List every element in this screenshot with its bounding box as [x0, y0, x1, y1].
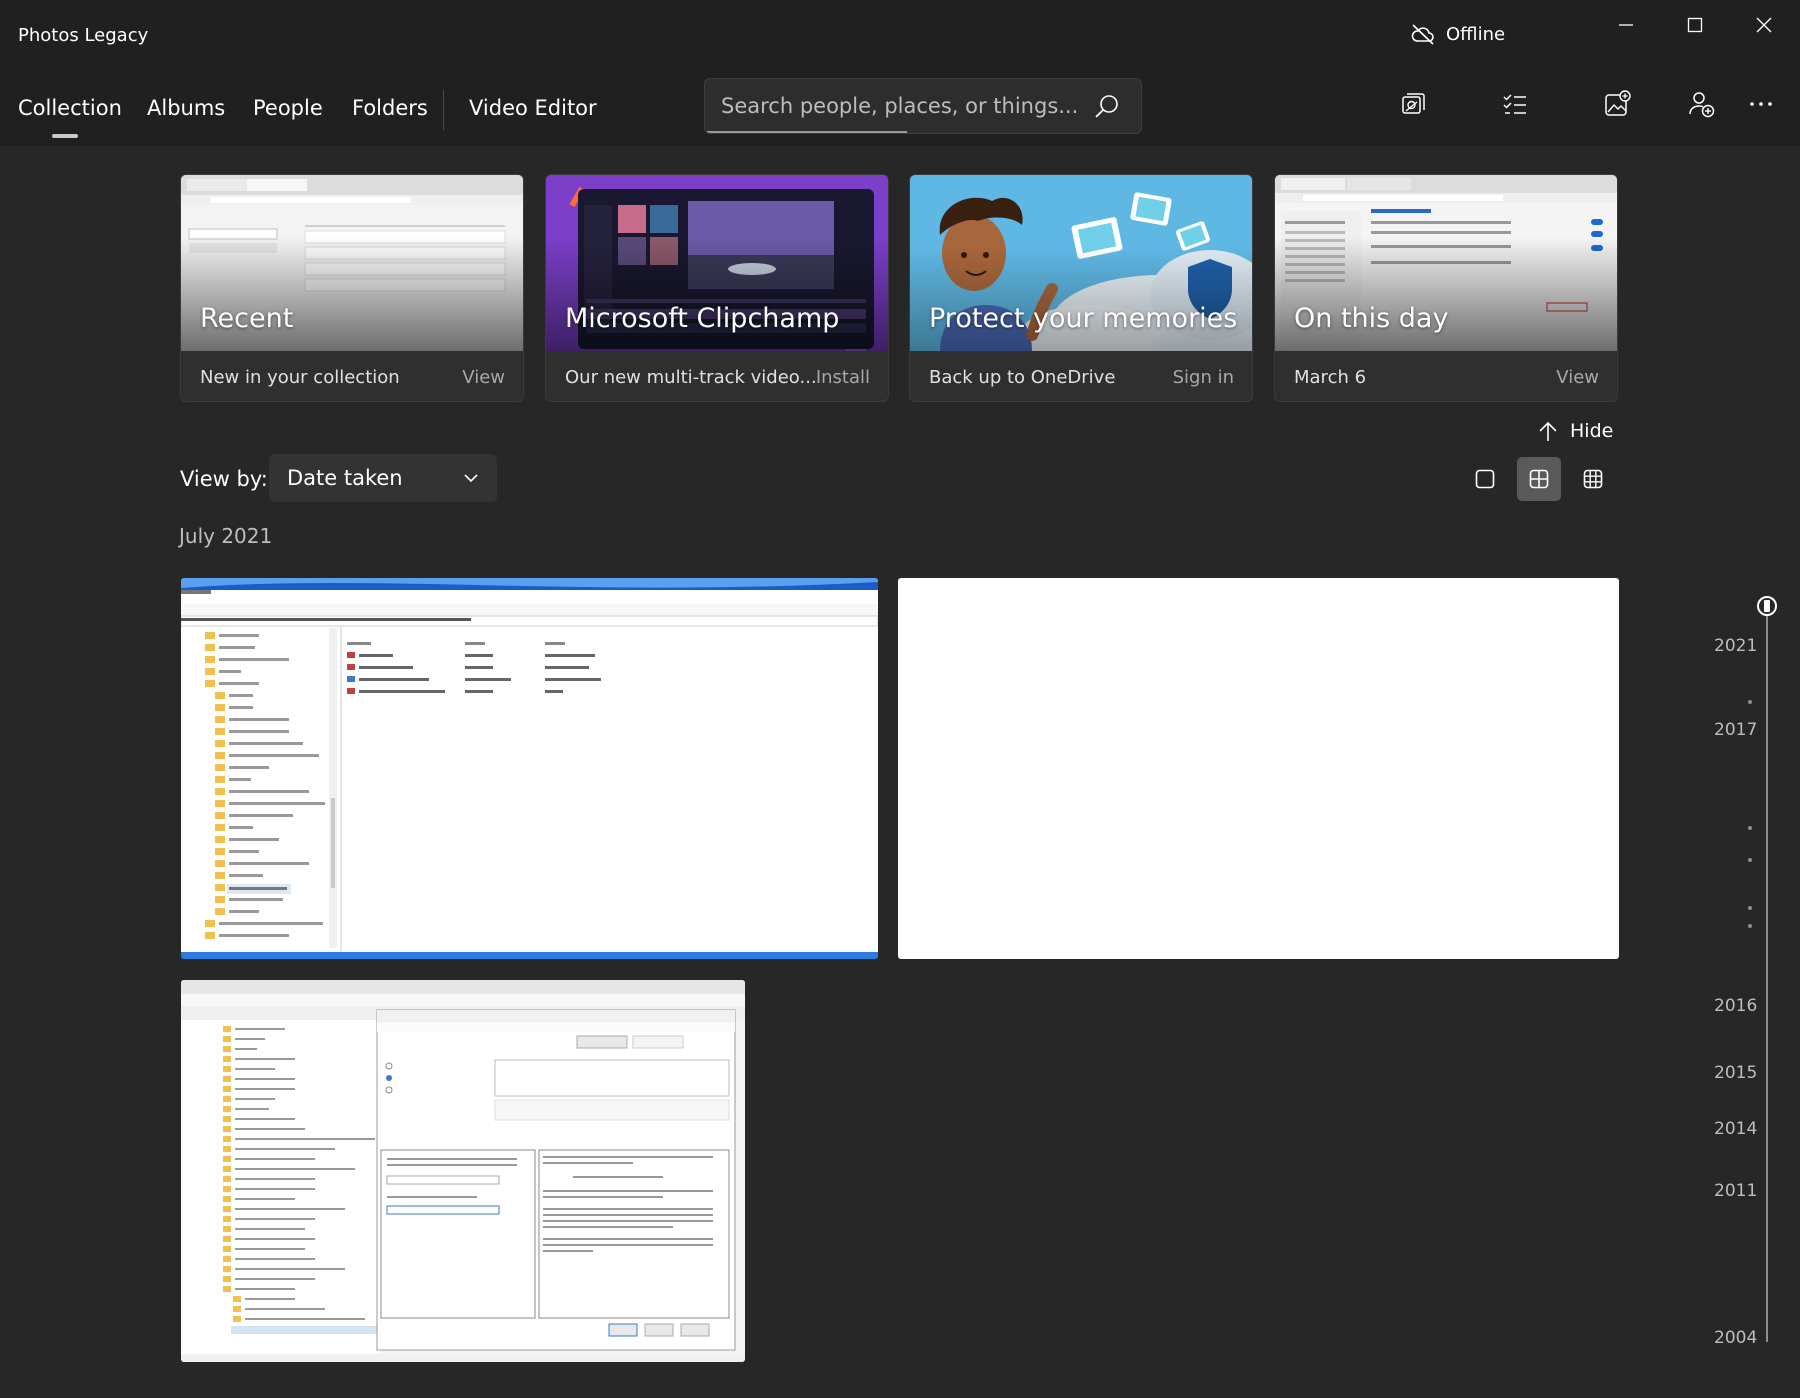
navigation-bar: Collection Albums People Folders Video E…	[0, 66, 1800, 146]
card-protect-subtitle: Back up to OneDrive	[929, 367, 1116, 388]
maximize-icon	[1687, 17, 1703, 33]
card-clipchamp[interactable]: Microsoft Clipchamp Our new multi-track …	[545, 174, 889, 402]
card-clipchamp-install-link[interactable]: Install	[816, 367, 870, 388]
timeline-year-2014[interactable]: 2014	[1714, 1119, 1757, 1139]
month-heading: July 2021	[179, 524, 273, 548]
search-box[interactable]	[704, 78, 1142, 134]
more-icon	[1750, 102, 1772, 106]
card-clipchamp-subtitle: Our new multi-track video...	[565, 367, 817, 388]
view-by-value: Date taken	[287, 466, 403, 490]
tab-collection[interactable]: Collection	[18, 96, 122, 120]
timeline-year-2011[interactable]: 2011	[1714, 1181, 1757, 1201]
select-button[interactable]	[1497, 86, 1533, 122]
card-recent-title: Recent	[200, 303, 294, 334]
zoom-small-button[interactable]	[1571, 457, 1615, 501]
search-input[interactable]	[721, 91, 1081, 121]
timeline-marker	[1748, 906, 1752, 910]
search-icon[interactable]	[1093, 93, 1121, 121]
timeline-year-2021[interactable]: 2021	[1714, 636, 1757, 656]
timeline-track[interactable]	[1766, 606, 1768, 1342]
view-by-dropdown[interactable]: Date taken	[269, 454, 497, 502]
card-protect-memories[interactable]: Protect your memories Back up to OneDriv…	[909, 174, 1253, 402]
card-recent-subtitle: New in your collection	[200, 367, 400, 388]
more-button[interactable]	[1743, 86, 1779, 122]
import-button[interactable]	[1395, 86, 1431, 122]
timeline-year-2015[interactable]: 2015	[1714, 1063, 1757, 1083]
card-recent[interactable]: Recent New in your collection View	[180, 174, 524, 402]
account-icon	[1689, 92, 1715, 118]
grid-3x3-icon	[1583, 469, 1603, 489]
select-icon	[1503, 94, 1526, 114]
offline-label: Offline	[1446, 23, 1506, 45]
search-underline	[707, 131, 907, 133]
active-tab-indicator	[52, 134, 78, 138]
timeline-marker	[1748, 924, 1752, 928]
timeline-thumb[interactable]	[1757, 596, 1777, 616]
new-item-button[interactable]	[1599, 86, 1635, 122]
nav-divider	[443, 90, 444, 130]
photo-registry-editor[interactable]	[181, 578, 878, 959]
card-on-this-day-view-link[interactable]: View	[1556, 367, 1599, 388]
card-protect-signin-link[interactable]: Sign in	[1173, 367, 1234, 388]
tab-video-editor[interactable]: Video Editor	[469, 96, 597, 120]
timeline-year-2004[interactable]: 2004	[1714, 1328, 1757, 1348]
arrow-up-icon	[1539, 421, 1557, 441]
tab-people[interactable]: People	[253, 96, 323, 120]
cloud-offline-icon	[1411, 24, 1434, 45]
card-recent-view-link[interactable]: View	[462, 367, 505, 388]
offline-status[interactable]: Offline	[1410, 22, 1505, 46]
app-title: Photos Legacy	[18, 25, 149, 46]
view-by-label: View by:	[180, 467, 268, 491]
zoom-medium-button[interactable]	[1517, 457, 1561, 501]
timeline-year-2017[interactable]: 2017	[1714, 720, 1757, 740]
zoom-large-button[interactable]	[1463, 457, 1507, 501]
timeline-marker	[1748, 700, 1752, 704]
card-on-this-day-title: On this day	[1294, 303, 1449, 334]
minimize-icon	[1619, 24, 1633, 26]
card-clipchamp-title: Microsoft Clipchamp	[565, 303, 840, 334]
photo-group-policy-editor[interactable]	[181, 980, 745, 1362]
hide-button[interactable]: Hide	[1538, 420, 1613, 442]
tab-folders[interactable]: Folders	[352, 96, 428, 120]
single-square-icon	[1475, 469, 1495, 489]
timeline-year-2016[interactable]: 2016	[1714, 996, 1757, 1016]
close-icon	[1756, 17, 1772, 33]
card-on-this-day-subtitle: March 6	[1294, 367, 1367, 388]
title-bar: Photos Legacy Offline	[0, 0, 1800, 66]
tab-albums[interactable]: Albums	[147, 96, 225, 120]
account-button[interactable]	[1683, 86, 1719, 122]
minimize-button[interactable]	[1603, 10, 1649, 40]
card-on-this-day[interactable]: On this day March 6 View	[1274, 174, 1618, 402]
hide-label: Hide	[1570, 420, 1614, 442]
grid-2x2-icon	[1529, 469, 1549, 489]
timeline-marker	[1748, 826, 1752, 830]
card-protect-title: Protect your memories	[929, 303, 1238, 334]
timeline-marker	[1748, 858, 1752, 862]
import-icon	[1402, 93, 1425, 114]
new-item-icon	[1605, 90, 1631, 116]
photo-blank[interactable]	[898, 578, 1619, 959]
chevron-down-icon	[464, 474, 478, 483]
close-button[interactable]	[1741, 10, 1787, 40]
maximize-button[interactable]	[1672, 10, 1718, 40]
